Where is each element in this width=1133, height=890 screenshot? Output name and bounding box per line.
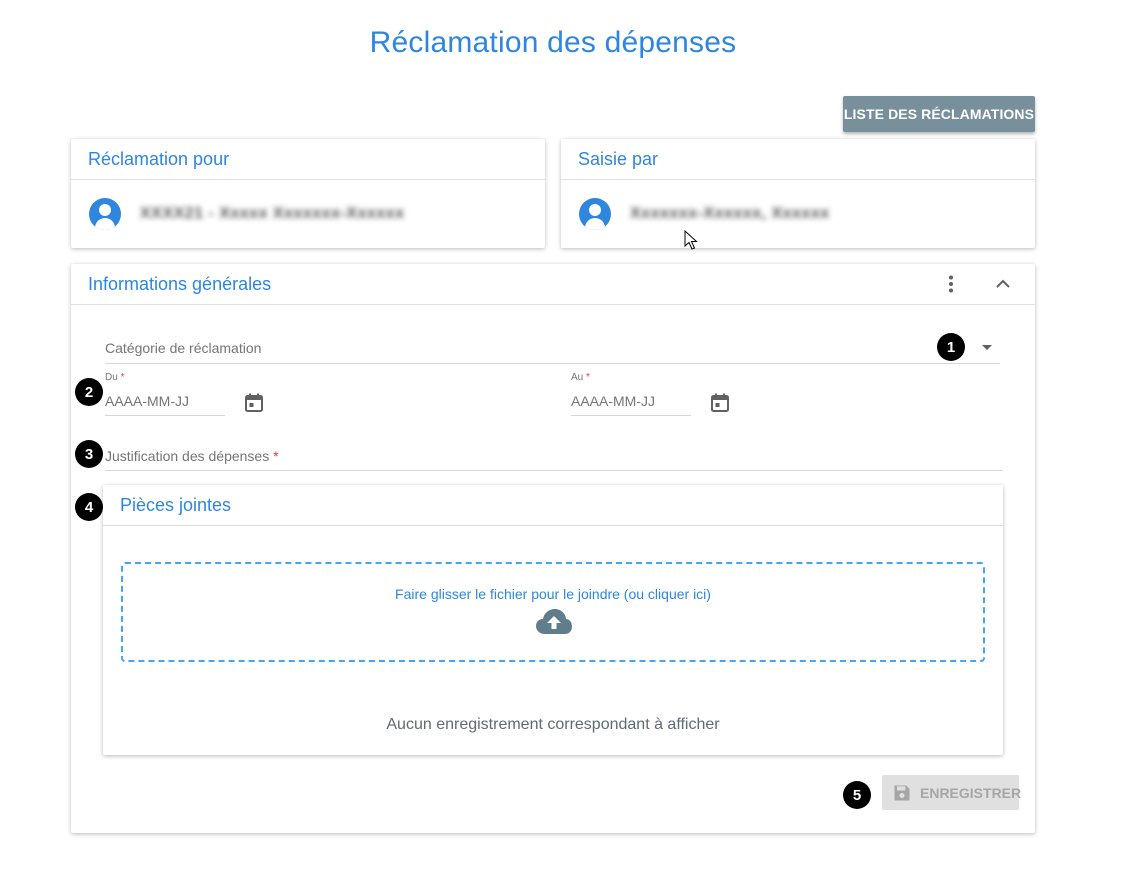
entered-by-title: Saisie par <box>561 139 1035 180</box>
callout-badge-5: 5 <box>843 781 871 809</box>
dropzone-text: Faire glisser le fichier pour le joindre… <box>395 586 711 602</box>
file-dropzone[interactable]: Faire glisser le fichier pour le joindre… <box>121 562 985 662</box>
to-date-input[interactable]: AAAA-MM-JJ <box>571 393 655 409</box>
claim-for-person-name: XXXX21 - Xxxxx Xxxxxxx-Xxxxxx <box>140 205 405 222</box>
claim-for-person: XXXX21 - Xxxxx Xxxxxxx-Xxxxxx <box>71 180 545 248</box>
entered-by-person: Xxxxxxx-Xxxxxx, Xxxxxx <box>561 180 1035 248</box>
claim-for-title: Réclamation pour <box>71 139 545 180</box>
callout-badge-2: 2 <box>75 378 103 406</box>
more-vert-icon[interactable] <box>939 272 963 296</box>
general-info-title: Informations générales <box>71 264 1035 305</box>
chevron-up-icon[interactable] <box>991 272 1015 296</box>
save-button[interactable]: ENREGISTRER <box>882 775 1022 810</box>
required-mark: * <box>273 448 279 464</box>
from-date-underline <box>105 415 225 416</box>
calendar-icon[interactable] <box>708 391 732 415</box>
callout-badge-4: 4 <box>75 493 103 521</box>
page-title: Réclamation des dépenses <box>369 26 737 59</box>
mouse-cursor-icon <box>684 229 698 255</box>
claim-for-card: Réclamation pour XXXX21 - Xxxxx Xxxxxxx-… <box>71 139 545 248</box>
calendar-icon[interactable] <box>242 391 266 415</box>
from-date-input[interactable]: AAAA-MM-JJ <box>105 393 189 409</box>
justification-input[interactable]: Justification des dépenses * <box>105 448 279 464</box>
arrow-drop-down-icon[interactable] <box>975 335 999 359</box>
justification-underline <box>105 470 1003 471</box>
to-date-underline <box>571 415 691 416</box>
cloud-upload-icon <box>535 608 573 636</box>
account-circle-icon <box>579 198 611 230</box>
floppy-disk-icon <box>892 783 912 803</box>
attachments-title: Pièces jointes <box>103 485 1003 526</box>
required-mark: * <box>586 372 590 383</box>
callout-badge-3: 3 <box>75 440 103 468</box>
entered-by-card: Saisie par Xxxxxxx-Xxxxxx, Xxxxxx <box>561 139 1035 248</box>
entered-by-person-name: Xxxxxxx-Xxxxxx, Xxxxxx <box>630 205 830 222</box>
save-button-label: ENREGISTRER <box>920 784 1022 801</box>
account-circle-icon <box>89 198 121 230</box>
category-select[interactable]: Catégorie de réclamation <box>105 340 261 356</box>
from-date-label-text: Du <box>105 372 118 383</box>
from-date-label: Du * <box>105 372 124 383</box>
to-date-label: Au * <box>571 372 590 383</box>
justification-label: Justification des dépenses <box>105 448 270 464</box>
to-date-label-text: Au <box>571 372 584 383</box>
required-mark: * <box>120 372 125 383</box>
category-underline <box>105 363 1000 364</box>
callout-badge-1: 1 <box>937 333 965 361</box>
claims-list-button[interactable]: LISTE DES RÉCLAMATIONS <box>843 96 1035 132</box>
empty-attachments-message: Aucun enregistrement correspondant à aff… <box>386 716 720 733</box>
